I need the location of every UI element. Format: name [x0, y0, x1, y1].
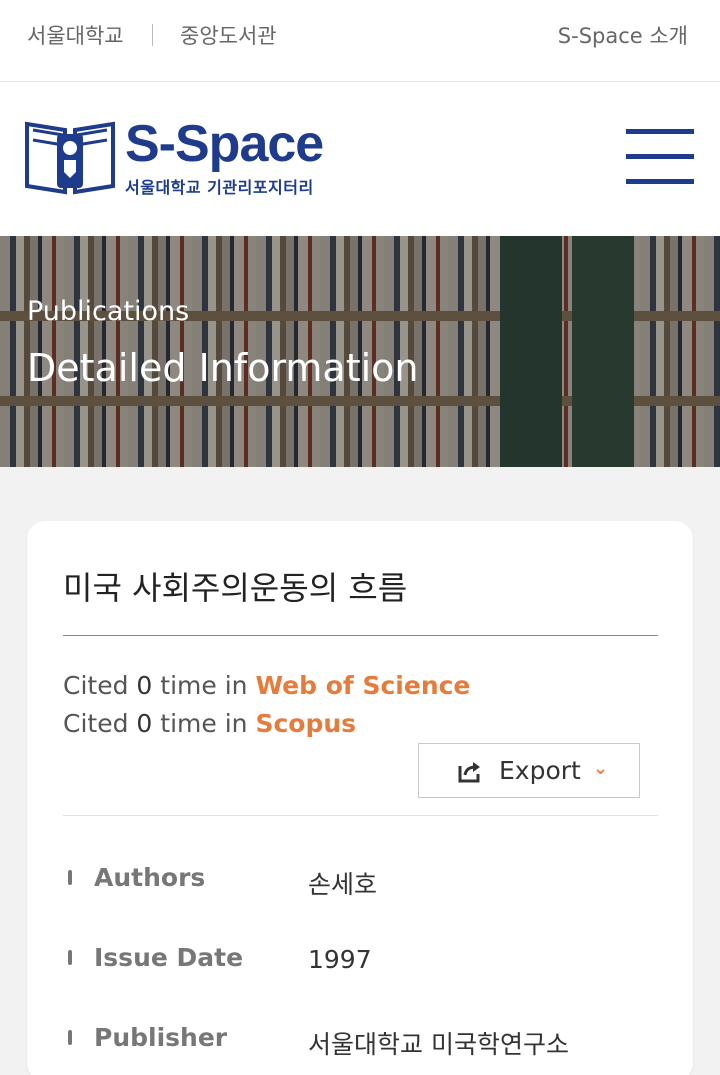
page-title: Detailed Information	[27, 346, 419, 390]
export-button[interactable]: Export ⌄	[418, 743, 640, 798]
metadata-label: Publisher	[94, 1023, 228, 1052]
metadata-row-issue-date: Issue Date 1997	[63, 941, 658, 981]
topbar-divider	[152, 24, 153, 46]
citation-scopus: Cited 0 time in Scopus	[63, 709, 356, 738]
logo-sub-text: 서울대학교 기관리포지터리	[125, 178, 314, 197]
export-label: Export	[499, 756, 581, 785]
menu-bar	[626, 179, 694, 184]
cited-middle: time in	[160, 709, 248, 738]
section-divider	[63, 815, 658, 816]
title-divider	[63, 635, 658, 636]
logo-main-text: S-Space	[125, 115, 324, 173]
web-of-science-link[interactable]: Web of Science	[255, 671, 470, 700]
metadata-value: 1997	[308, 945, 372, 974]
metadata-row-publisher: Publisher 서울대학교 미국학연구소	[63, 1021, 658, 1061]
cited-middle: time in	[160, 671, 248, 700]
cited-prefix: Cited	[63, 709, 129, 738]
citation-wos: Cited 0 time in Web of Science	[63, 671, 470, 700]
menu-bar	[626, 154, 694, 159]
cited-count: 0	[136, 671, 153, 700]
hero-subtitle: Publications	[27, 296, 190, 327]
logo-wordmark: S-Space 서울대학교 기관리포지터리	[125, 115, 324, 198]
metadata-label: Issue Date	[94, 943, 244, 972]
bullet-icon	[68, 1030, 72, 1045]
bullet-icon	[68, 870, 72, 885]
central-library-link[interactable]: 중앙도서관	[180, 20, 277, 50]
open-book-logo-icon	[25, 121, 115, 195]
cited-prefix: Cited	[63, 671, 129, 700]
item-detail-card: 미국 사회주의운동의 흐름 Cited 0 time in Web of Sci…	[27, 521, 693, 1075]
item-title: 미국 사회주의운동의 흐름	[63, 569, 408, 607]
metadata-label: Authors	[94, 863, 206, 892]
hamburger-menu-icon[interactable]	[626, 129, 694, 187]
about-sspace-link[interactable]: S-Space 소개	[558, 20, 688, 50]
site-header: S-Space 서울대학교 기관리포지터리	[0, 82, 720, 236]
menu-bar	[626, 129, 694, 134]
scopus-link[interactable]: Scopus	[255, 709, 356, 738]
snu-link[interactable]: 서울대학교	[27, 20, 124, 50]
metadata-row-authors: Authors 손세호	[63, 861, 658, 901]
bullet-icon	[68, 950, 72, 965]
hero-banner: Publications Detailed Information	[0, 236, 720, 467]
sspace-logo[interactable]: S-Space 서울대학교 기관리포지터리	[25, 116, 345, 198]
export-share-icon	[458, 762, 480, 783]
cited-count: 0	[136, 709, 153, 738]
metadata-value[interactable]: 손세호	[308, 865, 377, 901]
metadata-value: 서울대학교 미국학연구소	[308, 1030, 569, 1059]
chevron-down-icon: ⌄	[593, 758, 609, 779]
top-utility-bar: 서울대학교 중앙도서관 S-Space 소개	[0, 0, 720, 82]
